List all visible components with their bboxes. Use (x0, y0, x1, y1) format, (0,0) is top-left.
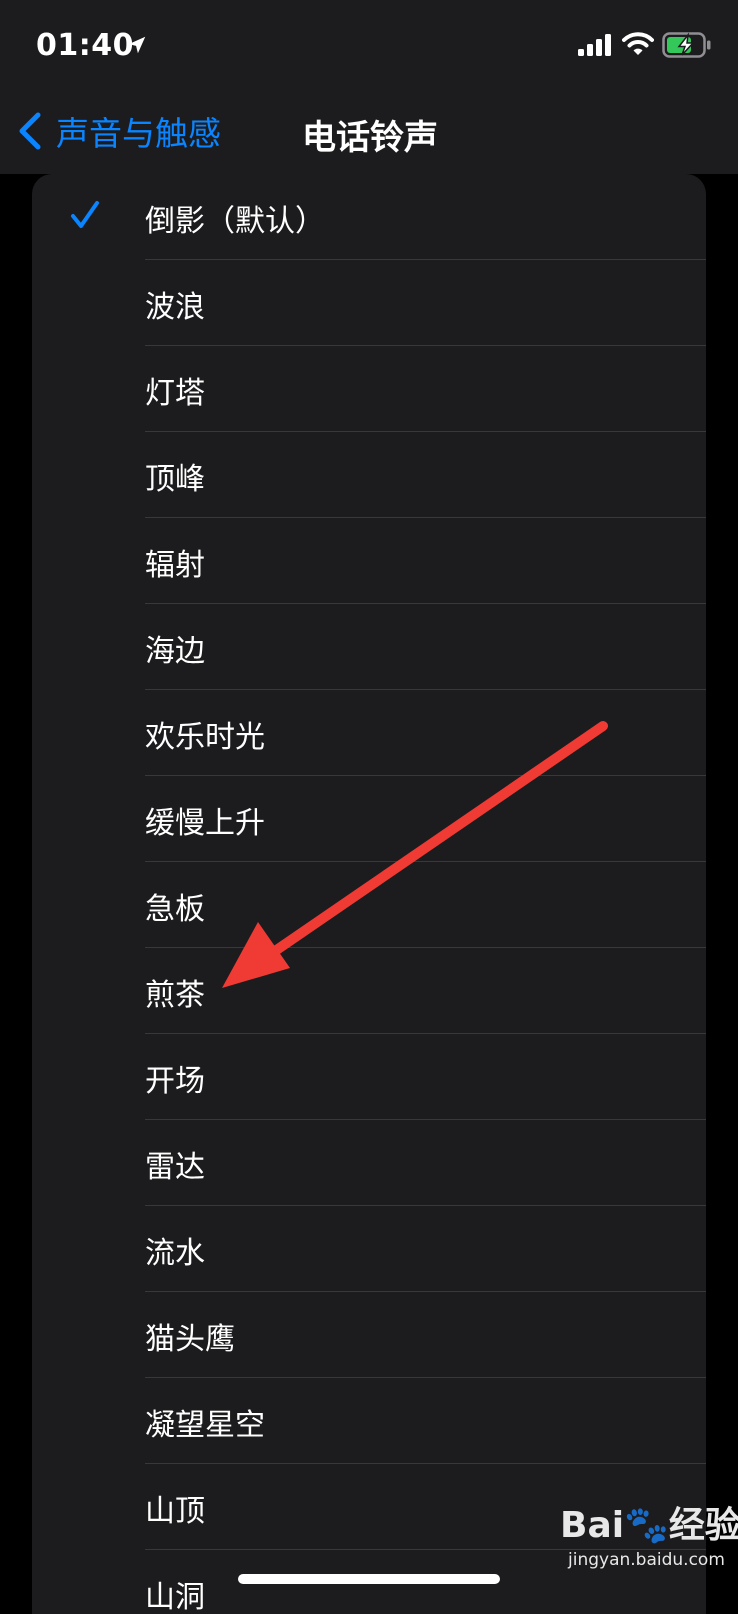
ringtone-label: 雷达 (145, 1150, 205, 1185)
ringtone-row[interactable]: 雷达 (32, 1120, 706, 1206)
ringtone-list: 倒影（默认） 波浪 灯塔 顶峰 辐射 海边 欢乐时光 缓慢上升 急板 煎茶 开场 (32, 174, 706, 1614)
navigation-bar: 声音与触感 电话铃声 (0, 92, 738, 174)
ringtone-row[interactable]: 辐射 (32, 518, 706, 604)
ringtone-label: 顶峰 (145, 462, 205, 497)
cellular-signal-icon (578, 34, 611, 56)
ringtone-label: 凝望星空 (145, 1408, 265, 1443)
ringtone-row[interactable]: 倒影（默认） (32, 174, 706, 260)
ringtone-row[interactable]: 凝望星空 (32, 1378, 706, 1464)
home-indicator[interactable] (238, 1574, 500, 1584)
ringtone-label: 山顶 (145, 1494, 205, 1529)
ringtone-row[interactable]: 海边 (32, 604, 706, 690)
ringtone-row[interactable]: 顶峰 (32, 432, 706, 518)
ringtone-row[interactable]: 开场 (32, 1034, 706, 1120)
ringtone-label: 煎茶 (145, 978, 205, 1013)
chevron-left-icon (19, 112, 41, 150)
ringtone-row[interactable]: 急板 (32, 862, 706, 948)
ringtone-label: 山洞 (145, 1580, 205, 1614)
back-label: 声音与触感 (56, 114, 221, 153)
baidu-jingyan-watermark: Bai🐾经验 jingyan.baidu.com (560, 1496, 738, 1576)
wifi-icon (622, 32, 654, 55)
back-button[interactable]: 声音与触感 (16, 106, 221, 156)
ringtone-row[interactable]: 猫头鹰 (32, 1292, 706, 1378)
ringtone-row[interactable]: 流水 (32, 1206, 706, 1292)
status-time: 01:40 (36, 28, 134, 63)
ringtone-label: 开场 (145, 1064, 205, 1099)
checkmark-icon (71, 201, 99, 228)
watermark-url: jingyan.baidu.com (568, 1550, 725, 1570)
ringtone-label: 急板 (145, 892, 205, 927)
ringtone-row[interactable]: 波浪 (32, 260, 706, 346)
ringtone-label: 灯塔 (145, 376, 205, 411)
ringtone-label: 海边 (145, 634, 205, 669)
ringtone-label: 缓慢上升 (145, 806, 265, 841)
status-bar: 01:40 (0, 0, 738, 92)
ringtone-row[interactable]: 欢乐时光 (32, 690, 706, 776)
page-title: 电话铃声 (302, 118, 438, 158)
ringtone-label: 欢乐时光 (145, 720, 265, 755)
ringtone-row[interactable]: 缓慢上升 (32, 776, 706, 862)
ringtone-label: 流水 (145, 1236, 205, 1271)
ringtone-label: 波浪 (145, 290, 205, 325)
ringtone-label: 猫头鹰 (145, 1322, 235, 1357)
ringtone-row[interactable]: 煎茶 (32, 948, 706, 1034)
watermark-logo: Bai🐾经验 (560, 1505, 738, 1546)
ringtone-label: 倒影（默认） (145, 204, 325, 239)
location-arrow-icon (128, 36, 146, 54)
ringtone-label: 辐射 (145, 548, 205, 583)
ringtone-row[interactable]: 灯塔 (32, 346, 706, 432)
battery-charging-icon (662, 32, 711, 58)
